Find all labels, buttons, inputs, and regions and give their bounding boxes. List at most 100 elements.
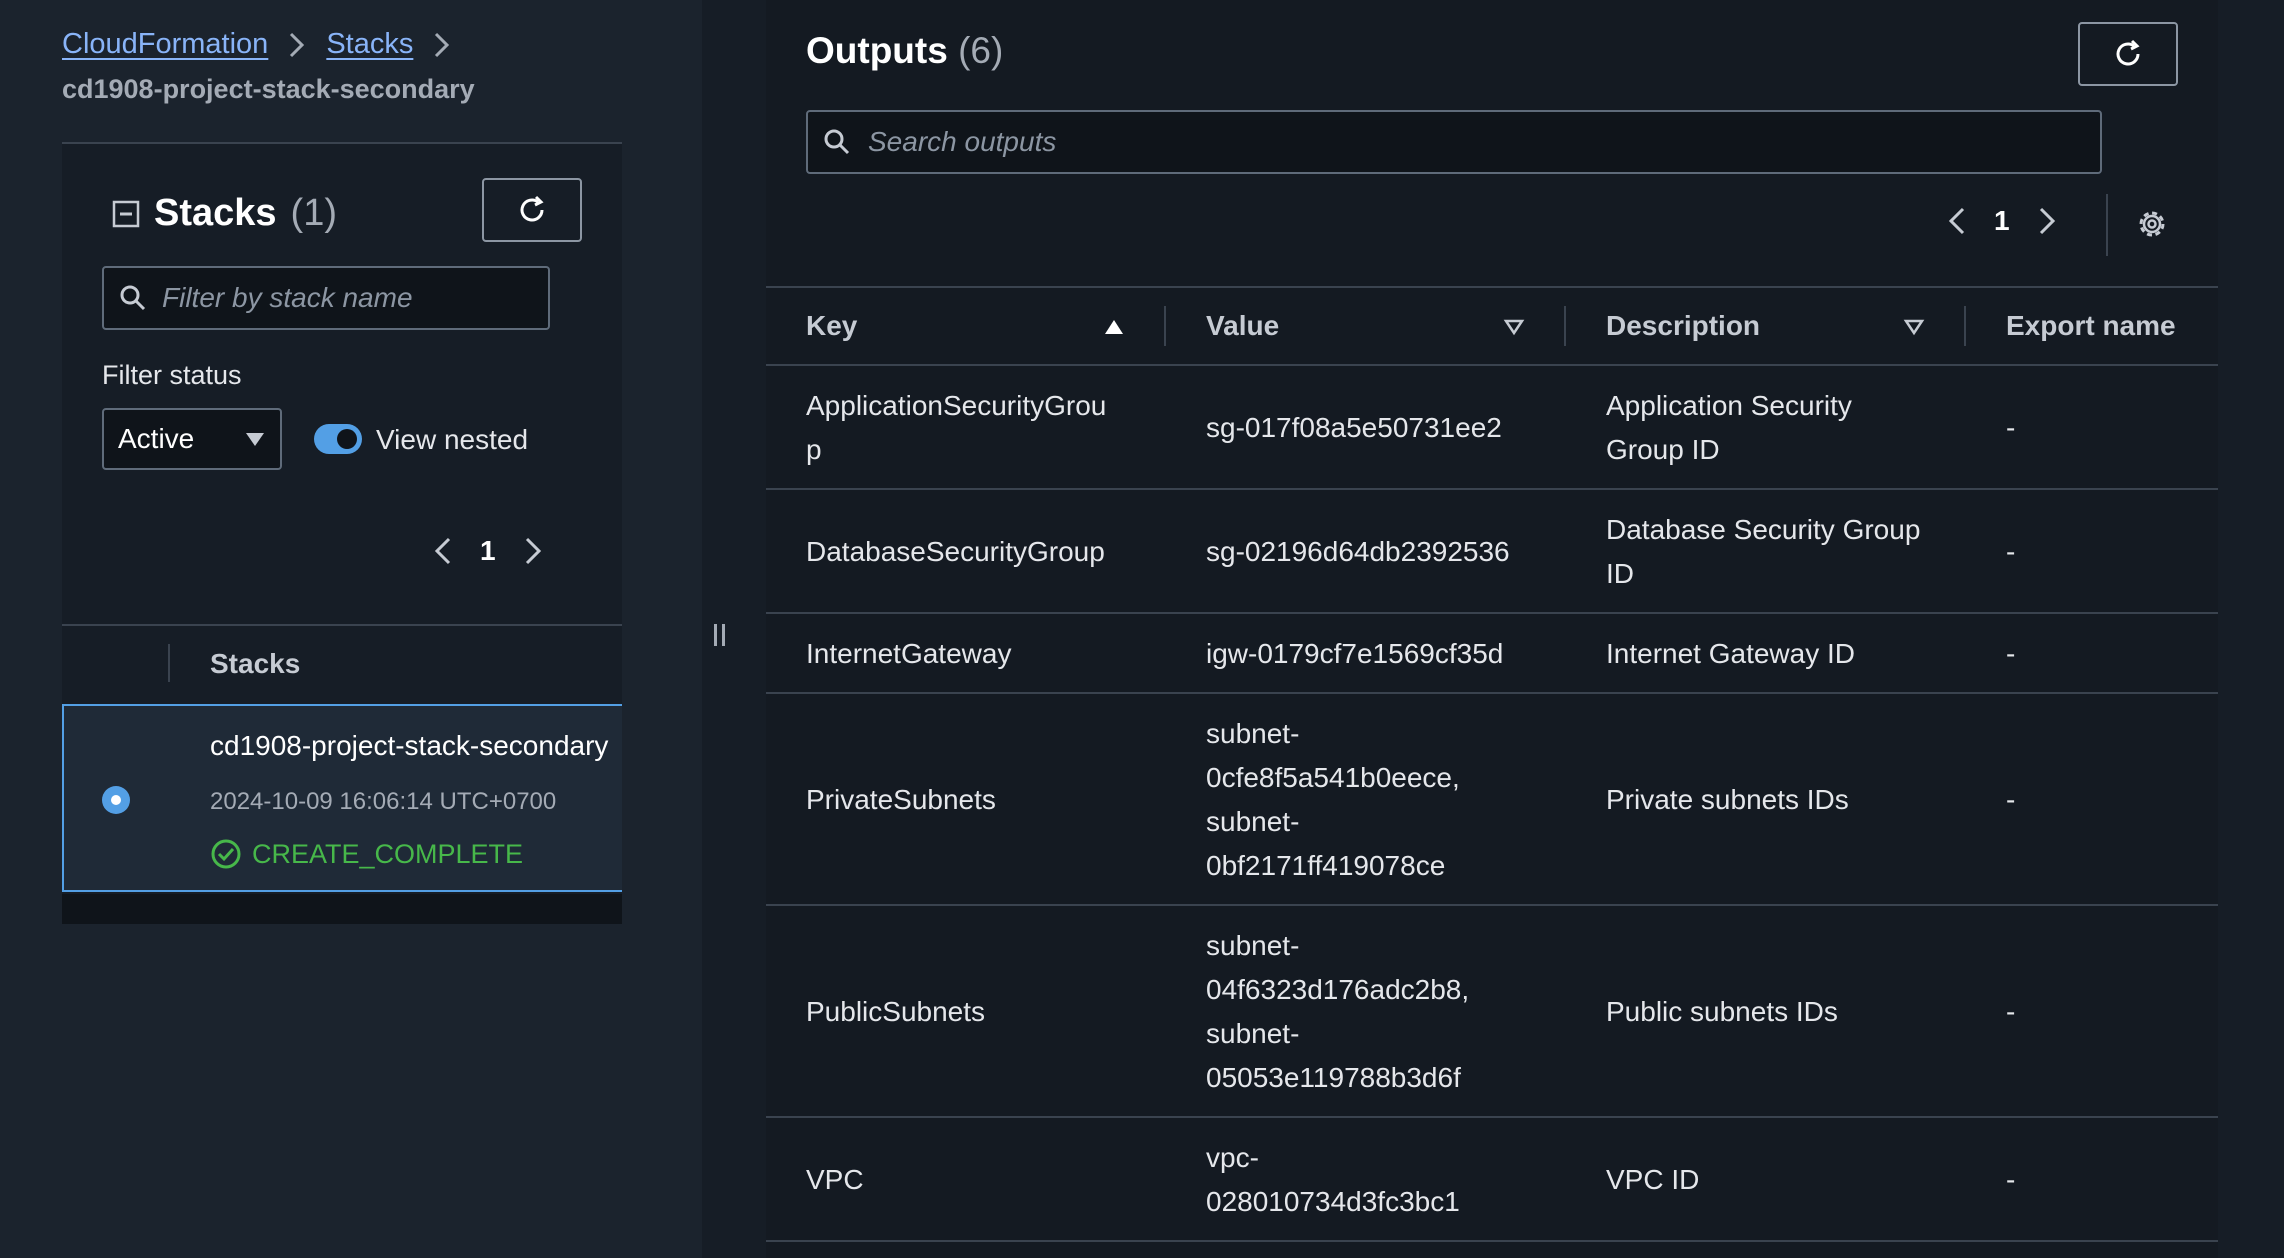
left-panel: CloudFormation Stacks cd1908-project-sta… [0,0,702,1258]
refresh-icon [2116,39,2140,66]
chevron-right-icon [286,30,308,60]
breadcrumb: CloudFormation Stacks [62,28,453,61]
outputs-title: Outputs [806,30,948,71]
output-export-name: - [2006,1164,2016,1195]
output-export-name: - [2006,412,2016,443]
chevron-right-icon[interactable] [2036,204,2058,238]
breadcrumb-stacks[interactable]: Stacks [326,28,413,61]
stacks-table-header: Stacks [62,624,622,702]
column-header-value[interactable]: Value [1206,310,1279,342]
column-divider [168,644,170,682]
search-icon [120,285,146,311]
gear-icon[interactable] [2134,206,2170,242]
filter-status-label: Filter status [102,360,242,390]
output-description: Database Security Group ID [1606,514,1921,589]
check-circle-icon [211,839,241,869]
sort-icon[interactable] [1503,318,1525,336]
current-page[interactable]: 1 [1994,205,2010,237]
column-divider[interactable] [1564,306,1566,346]
table-row: PrivateSubnets subnet- 0cfe8f5a541b0eece… [766,694,2218,906]
output-value: sg-017f08a5e50731ee2 [1206,412,1502,443]
radio-dot [111,795,121,805]
column-header-stacks[interactable]: Stacks [210,648,300,680]
chevron-left-icon[interactable] [1946,204,1968,238]
output-key: VPC [806,1164,864,1195]
stacks-count: (1) [290,192,337,234]
stack-created-date: 2024-10-09 16:06:14 UTC+0700 [210,788,557,815]
column-header-description[interactable]: Description [1606,310,1760,342]
caret-down-icon [246,433,264,446]
output-export-name: - [2006,996,2016,1027]
output-value: subnet- 04f6323d176adc2b8, subnet- 05053… [1206,930,1470,1093]
outputs-card: Outputs (6) 1 K [766,0,2218,1258]
cloudformation-page: CloudFormation Stacks cd1908-project-sta… [0,0,2284,1258]
output-export-name: - [2006,638,2016,669]
output-export-name: - [2006,784,2016,815]
output-value: subnet- 0cfe8f5a541b0eece, subnet- 0bf21… [1206,718,1460,881]
sort-icon[interactable] [1903,318,1925,336]
chevron-right-icon[interactable] [522,534,544,568]
panel-splitter[interactable] [702,0,766,1258]
output-key: ApplicationSecurityGrou p [806,390,1107,465]
output-key: PublicSubnets [806,996,986,1027]
status-select-value: Active [118,423,195,454]
column-header-export-name[interactable]: Export name [2006,310,2176,342]
chevron-left-icon[interactable] [432,534,454,568]
status-select[interactable]: Active [102,408,282,470]
collapse-icon[interactable] [112,200,140,228]
output-key: DatabaseSecurityGroup [806,536,1105,567]
stacks-panel: Stacks (1) Filter status Active View nes… [62,142,622,924]
chevron-right-icon [431,30,453,60]
panel-footer [62,894,622,924]
stacks-title: Stacks [154,192,277,234]
output-value: sg-02196d64db2392536 [1206,536,1510,567]
table-row: InternetGateway igw-0179cf7e1569cf35d In… [766,614,2218,694]
output-key: PrivateSubnets [806,784,996,815]
table-row: DatabaseSecurityGroup sg-02196d64db23925… [766,490,2218,614]
stack-status-text: CREATE_COMPLETE [252,838,524,869]
output-description: Internet Gateway ID [1606,638,1856,669]
output-value: vpc- 028010734d3fc3bc1 [1206,1142,1460,1217]
outputs-search-input[interactable] [868,126,2100,158]
output-description: Application Security Group ID [1606,390,1852,465]
current-page[interactable]: 1 [480,535,496,567]
toggle-knob [337,429,357,449]
column-divider[interactable] [1164,306,1166,346]
output-description: Public subnets IDs [1606,996,1838,1027]
right-panel: Outputs (6) 1 K [766,0,2284,1258]
table-row: VPC vpc- 028010734d3fc3bc1 VPC ID - [766,1118,2218,1242]
outputs-search-field[interactable] [806,110,2102,174]
sort-ascending-icon[interactable] [1103,318,1125,336]
output-value: igw-0179cf7e1569cf35d [1206,638,1504,669]
stack-filter-input[interactable] [162,282,548,314]
view-nested-label: View nested [376,424,529,455]
search-icon [824,129,850,155]
stack-status: CREATE_COMPLETE [210,838,523,870]
outputs-table: Key Value Description Export name Applic… [766,286,2218,1242]
divider [2106,194,2108,256]
stack-name[interactable]: cd1908-project-stack-secondary [210,730,608,762]
stack-radio[interactable] [102,786,130,814]
output-export-name: - [2006,536,2016,567]
stacks-pagination: 1 [432,534,544,568]
column-header-key[interactable]: Key [806,310,857,342]
stack-filter-field[interactable] [102,266,550,330]
output-description: VPC ID [1606,1164,1700,1195]
outputs-table-header: Key Value Description Export name [766,286,2218,366]
output-description: Private subnets IDs [1606,784,1849,815]
output-key: InternetGateway [806,638,1012,669]
refresh-stacks-button[interactable] [482,178,582,242]
view-nested-toggle[interactable] [314,424,362,454]
breadcrumb-cloudformation[interactable]: CloudFormation [62,28,268,61]
refresh-outputs-button[interactable] [2078,22,2178,86]
column-divider[interactable] [1964,306,1966,346]
drag-handle-icon[interactable] [714,624,725,646]
table-row: ApplicationSecurityGrou p sg-017f08a5e50… [766,366,2218,490]
stacks-heading: Stacks (1) [112,192,337,235]
stack-row[interactable]: cd1908-project-stack-secondary 2024-10-0… [62,704,622,892]
table-row: PublicSubnets subnet- 04f6323d176adc2b8,… [766,906,2218,1118]
refresh-icon [520,195,544,222]
outputs-count: (6) [958,30,1004,71]
outputs-pagination: 1 [1946,204,2058,238]
breadcrumb-current: cd1908-project-stack-secondary [62,74,475,104]
